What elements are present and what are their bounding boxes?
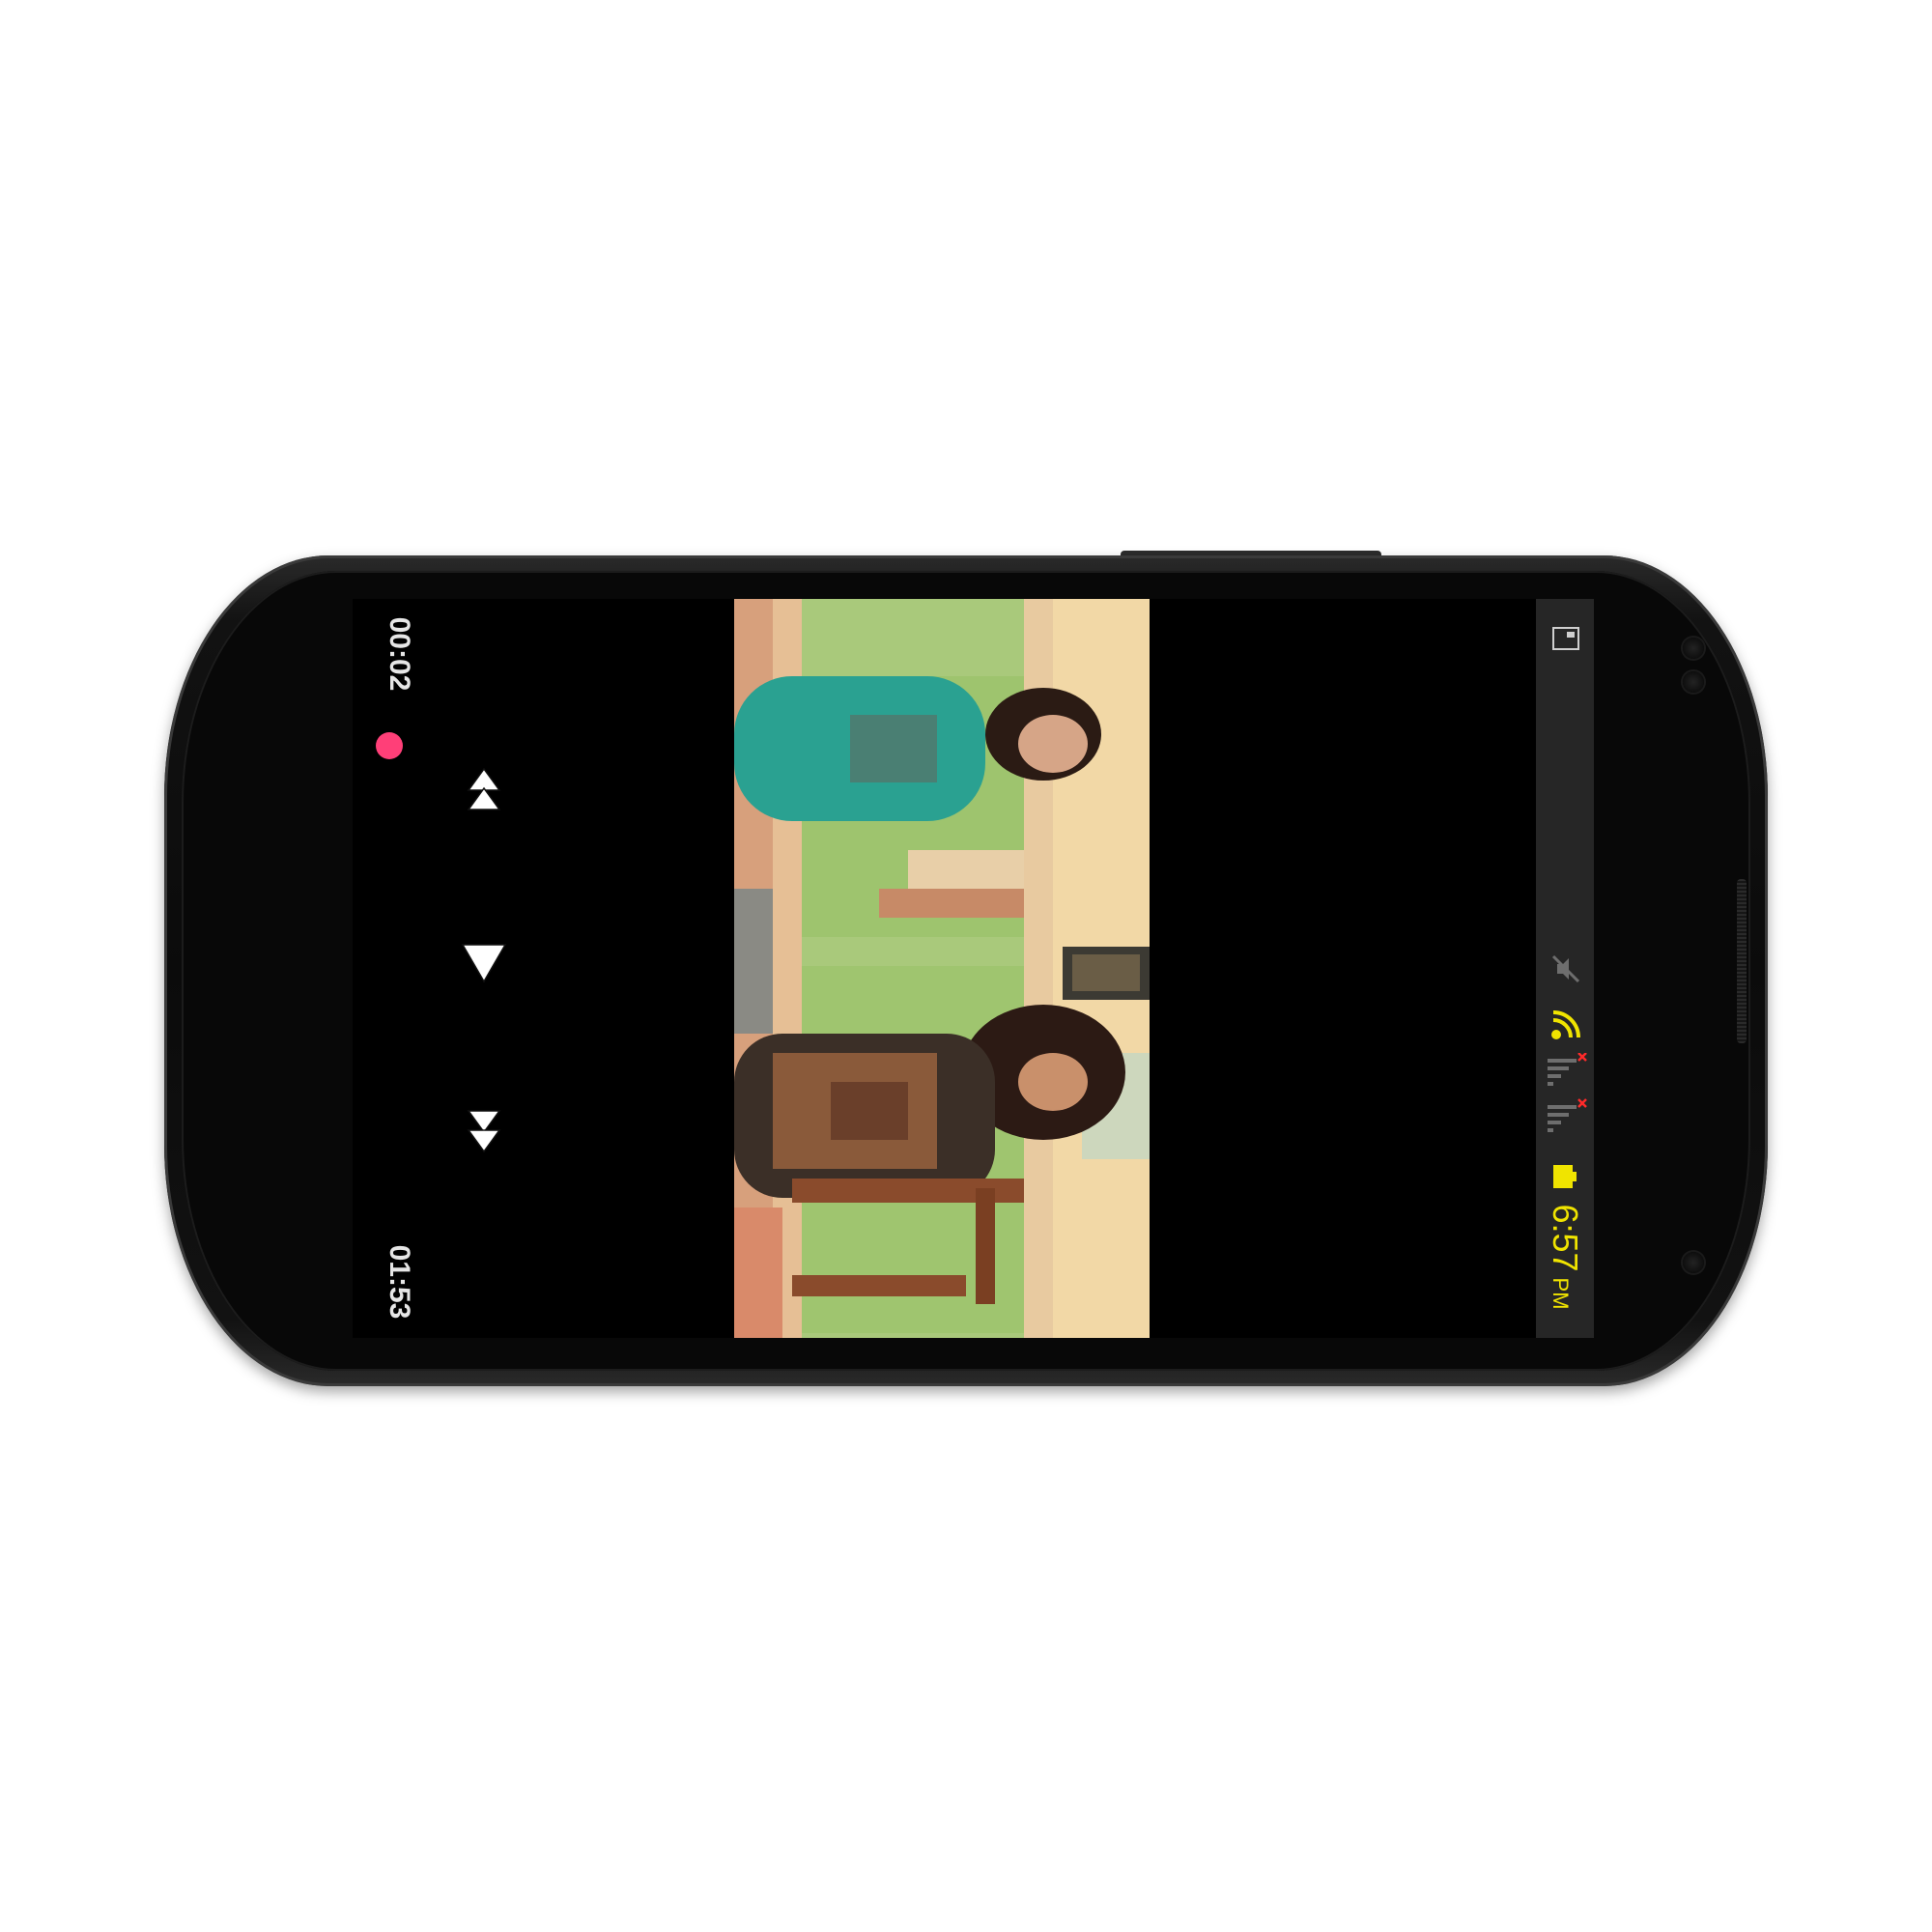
clock-ampm: PM (1548, 1277, 1573, 1310)
rewind-button[interactable] (455, 763, 513, 821)
fast-forward-icon (467, 1110, 501, 1153)
seek-handle[interactable] (376, 732, 403, 759)
speaker-grille (1737, 879, 1747, 1043)
page-background: 00:02 01:53 6:57PM (0, 0, 1932, 1932)
status-clock: 6:57 PM (1545, 1179, 1585, 1334)
gallery-icon (1551, 624, 1580, 653)
fast-forward-button[interactable] (455, 1103, 513, 1161)
wifi-icon (1548, 1007, 1584, 1043)
play-button[interactable] (455, 935, 513, 993)
mute-icon (1549, 952, 1582, 985)
clock-time: 6:57 (1546, 1204, 1585, 1272)
total-time: 01:53 (384, 1244, 415, 1320)
notification-led-icon (1683, 1252, 1704, 1273)
status-bar: 6:57 PM (1536, 599, 1594, 1338)
rewind-icon (467, 767, 501, 810)
play-icon (461, 944, 507, 983)
signal-icon (1546, 1052, 1588, 1144)
video-frame[interactable] (734, 599, 1150, 1338)
front-camera-icon (1683, 638, 1704, 659)
sensor-icon (1683, 671, 1704, 693)
elapsed-time: 00:02 (384, 616, 415, 692)
phone-screen: 00:02 01:53 6:57PM (353, 599, 1594, 1338)
video-scene (734, 599, 1150, 1338)
